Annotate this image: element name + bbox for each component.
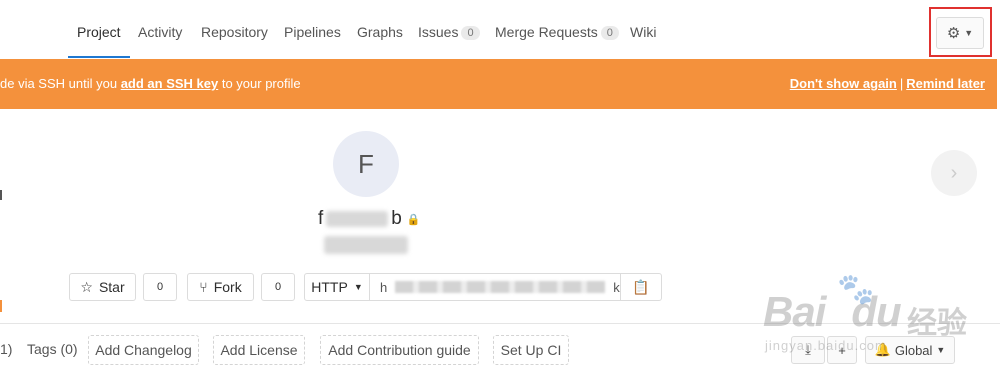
clipboard-icon: 📋 [632,278,650,295]
lock-icon: 🔒 [406,213,421,226]
tab-project[interactable]: Project [68,24,130,58]
tab-activity[interactable]: Activity [138,24,182,58]
star-icon: ☆ [80,278,93,295]
fork-icon: ⑂ [199,279,208,295]
star-count[interactable]: 0 [143,273,177,301]
copy-url-button[interactable]: 📋 [620,273,662,301]
dont-show-again-link[interactable]: Don't show again [790,76,897,91]
tab-graphs[interactable]: Graphs [357,24,403,58]
fork-button[interactable]: ⑂ Fork [187,273,254,301]
redacted-description [324,236,408,254]
project-avatar: F [333,131,399,197]
alert-actions: Don't show again | Remind later [789,76,985,91]
tab-merge-requests[interactable]: Merge Requests 0 [495,24,619,58]
add-license-button[interactable]: Add License [213,335,305,365]
add-changelog-button[interactable]: Add Changelog [88,335,199,365]
issues-count-badge: 0 [461,26,480,40]
tab-issues[interactable]: Issues 0 [418,24,480,58]
star-button[interactable]: ☆ Star [69,273,136,301]
caret-down-icon: ▼ [353,282,363,292]
clone-url-input[interactable]: h k [369,273,621,301]
bell-icon: 🔔 [874,342,891,357]
add-button[interactable]: + [827,336,857,364]
section-divider [0,323,1000,324]
redacted-name [326,211,389,227]
download-icon: ⤓ [805,342,811,357]
caret-down-icon: ▼ [936,345,946,355]
tab-pipelines[interactable]: Pipelines [284,24,341,58]
redacted-url [395,281,606,293]
project-title: f b 🔒 [318,208,421,229]
remind-later-link[interactable]: Remind later [906,76,985,91]
add-ssh-key-link[interactable]: add an SSH key [121,76,219,91]
protocol-dropdown[interactable]: HTTP ▼ [304,273,370,301]
caret-down-icon: ▼ [964,28,974,38]
project-settings-dropdown[interactable]: ⚙ ▼ [936,17,984,49]
download-button[interactable]: ⤓ [791,336,825,364]
add-contribution-guide-button[interactable]: Add Contribution guide [320,335,479,365]
notification-level-dropdown[interactable]: 🔔 Global ▼ [865,336,955,364]
tab-repository[interactable]: Repository [201,24,268,58]
branches-link[interactable]: 1) [0,341,12,357]
tab-wiki[interactable]: Wiki [630,24,656,58]
alert-message: de via SSH until you add an SSH key to y… [0,76,301,91]
plus-icon: + [838,342,846,358]
chevron-right-icon[interactable]: › [931,150,977,196]
project-nav: Project Activity Repository Pipelines Gr… [0,0,1000,59]
gear-icon: ⚙ [946,24,961,42]
tags-link[interactable]: Tags (0) [27,341,78,357]
set-up-ci-button[interactable]: Set Up CI [493,335,569,365]
merge-requests-count-badge: 0 [600,26,619,40]
fork-count[interactable]: 0 [261,273,295,301]
ssh-key-alert: de via SSH until you add an SSH key to y… [0,59,997,109]
paw-logo-icon: 🐾 [837,273,875,306]
